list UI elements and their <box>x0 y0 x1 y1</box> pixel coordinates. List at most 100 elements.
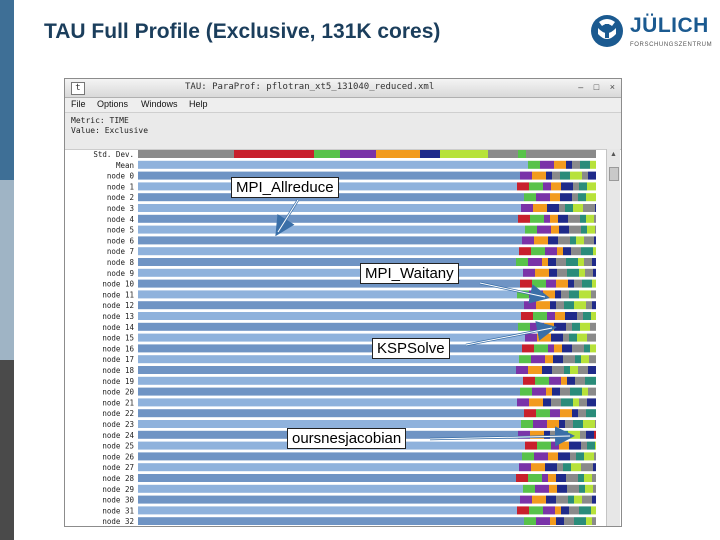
profile-bar-segment[interactable] <box>551 441 559 450</box>
profile-bar-segment[interactable] <box>558 452 570 461</box>
profile-bar-segment[interactable] <box>595 225 596 234</box>
profile-bar-segment[interactable] <box>540 160 554 169</box>
profile-bar-segment[interactable] <box>518 150 526 158</box>
profile-bar-segment[interactable] <box>567 484 579 493</box>
profile-bar-segment[interactable] <box>314 150 340 158</box>
vertical-scrollbar[interactable]: ▲ <box>606 149 620 526</box>
profile-bar-segment[interactable] <box>138 290 517 299</box>
profile-bar-segment[interactable] <box>592 495 596 504</box>
profile-bar-segment[interactable] <box>138 517 524 525</box>
profile-bar-segment[interactable] <box>565 420 573 428</box>
profile-bar-segment[interactable] <box>594 430 596 439</box>
profile-bar-segment[interactable] <box>138 376 523 385</box>
profile-bar-segment[interactable] <box>566 474 578 482</box>
profile-bar-segment[interactable] <box>593 268 596 277</box>
profile-bar-segment[interactable] <box>533 204 547 212</box>
profile-bar-segment[interactable] <box>523 376 535 385</box>
profile-bar-segment[interactable] <box>591 312 596 320</box>
close-icon[interactable]: × <box>610 82 615 92</box>
profile-bar-segment[interactable] <box>548 474 556 482</box>
profile-bar-segment[interactable] <box>536 517 550 525</box>
profile-bar-segment[interactable] <box>578 193 586 202</box>
profile-bar-segment[interactable] <box>592 258 596 266</box>
profile-bar-segment[interactable] <box>581 441 587 450</box>
profile-bar-segment[interactable] <box>560 409 572 418</box>
profile-bar-segment[interactable] <box>533 420 547 428</box>
profile-bar-segment[interactable] <box>138 301 524 310</box>
profile-bar-segment[interactable] <box>558 236 570 245</box>
profile-bar-segment[interactable] <box>557 247 563 256</box>
profile-bar-segment[interactable] <box>521 204 533 212</box>
profile-bar-segment[interactable] <box>553 355 563 364</box>
profile-bar-segment[interactable] <box>594 214 596 223</box>
profile-bar-segment[interactable] <box>524 301 536 310</box>
profile-bar-segment[interactable] <box>587 441 595 450</box>
profile-bar-segment[interactable] <box>548 258 556 266</box>
profile-bar-segment[interactable] <box>566 258 578 266</box>
profile-bar-segment[interactable] <box>588 171 596 180</box>
window-titlebar[interactable]: t TAU: ParaProf: pflotran_xt5_131040_red… <box>65 79 621 98</box>
profile-bar-segment[interactable] <box>531 355 545 364</box>
profile-bar-segment[interactable] <box>561 182 573 191</box>
profile-bar-segment[interactable] <box>550 214 558 223</box>
profile-bar-segment[interactable] <box>578 409 586 418</box>
profile-bar-segment[interactable] <box>554 322 566 331</box>
profile-bar-segment[interactable] <box>138 225 525 234</box>
profile-bar-segment[interactable] <box>568 279 574 288</box>
profile-bar-segment[interactable] <box>551 398 561 407</box>
profile-bar-segment[interactable] <box>529 398 543 407</box>
profile-bar-segment[interactable] <box>568 214 580 223</box>
profile-bar-segment[interactable] <box>586 301 592 310</box>
profile-bar-segment[interactable] <box>567 268 579 277</box>
profile-bar-segment[interactable] <box>563 463 571 472</box>
profile-bar-segment[interactable] <box>580 430 586 439</box>
profile-bar-segment[interactable] <box>517 290 529 299</box>
profile-bar-segment[interactable] <box>522 236 534 245</box>
profile-bar-segment[interactable] <box>138 495 520 504</box>
profile-bar-segment[interactable] <box>138 312 521 320</box>
profile-bar-segment[interactable] <box>528 366 542 374</box>
profile-bar-segment[interactable] <box>558 214 568 223</box>
profile-bar-segment[interactable] <box>588 366 596 374</box>
profile-bar-segment[interactable] <box>537 441 551 450</box>
profile-bar-segment[interactable] <box>537 225 551 234</box>
profile-bar-segment[interactable] <box>580 160 590 169</box>
profile-bar-segment[interactable] <box>556 474 566 482</box>
profile-bar-segment[interactable] <box>556 517 564 525</box>
profile-bar-segment[interactable] <box>138 247 519 256</box>
profile-bar-segment[interactable] <box>535 484 549 493</box>
profile-bar-segment[interactable] <box>518 430 530 439</box>
profile-bar-segment[interactable] <box>551 182 561 191</box>
profile-bar-segment[interactable] <box>534 236 548 245</box>
profile-bar-segment[interactable] <box>571 463 581 472</box>
profile-bar-segment[interactable] <box>522 452 534 461</box>
profile-bar-segment[interactable] <box>585 376 596 385</box>
profile-bar-segment[interactable] <box>592 279 596 288</box>
profile-bar-segment[interactable] <box>520 171 532 180</box>
profile-bar-segment[interactable] <box>560 171 570 180</box>
profile-bar-segment[interactable] <box>586 517 592 525</box>
profile-bar-segment[interactable] <box>574 279 582 288</box>
profile-bar-segment[interactable] <box>549 484 557 493</box>
profile-bar-segment[interactable] <box>542 366 552 374</box>
profile-bar-segment[interactable] <box>582 171 588 180</box>
profile-bar-segment[interactable] <box>555 312 565 320</box>
profile-bar-segment[interactable] <box>138 463 519 472</box>
profile-bar-segment[interactable] <box>572 322 580 331</box>
profile-bar-segment[interactable] <box>532 279 546 288</box>
profile-bar-segment[interactable] <box>586 430 594 439</box>
profile-bar-segment[interactable] <box>138 150 234 158</box>
profile-bar-segment[interactable] <box>570 366 578 374</box>
profile-bar-segment[interactable] <box>138 344 522 353</box>
profile-bar-segment[interactable] <box>586 214 594 223</box>
profile-bar-segment[interactable] <box>595 441 596 450</box>
profile-bar-segment[interactable] <box>571 247 581 256</box>
profile-bar-segment[interactable] <box>543 398 551 407</box>
profile-bar-segment[interactable] <box>588 387 596 396</box>
profile-bar-segment[interactable] <box>138 409 524 418</box>
profile-bar-segment[interactable] <box>586 193 596 202</box>
profile-bar-segment[interactable] <box>548 452 558 461</box>
profile-bar-segment[interactable] <box>594 236 596 245</box>
profile-bar-segment[interactable] <box>551 225 559 234</box>
menu-file[interactable]: File <box>71 99 86 109</box>
